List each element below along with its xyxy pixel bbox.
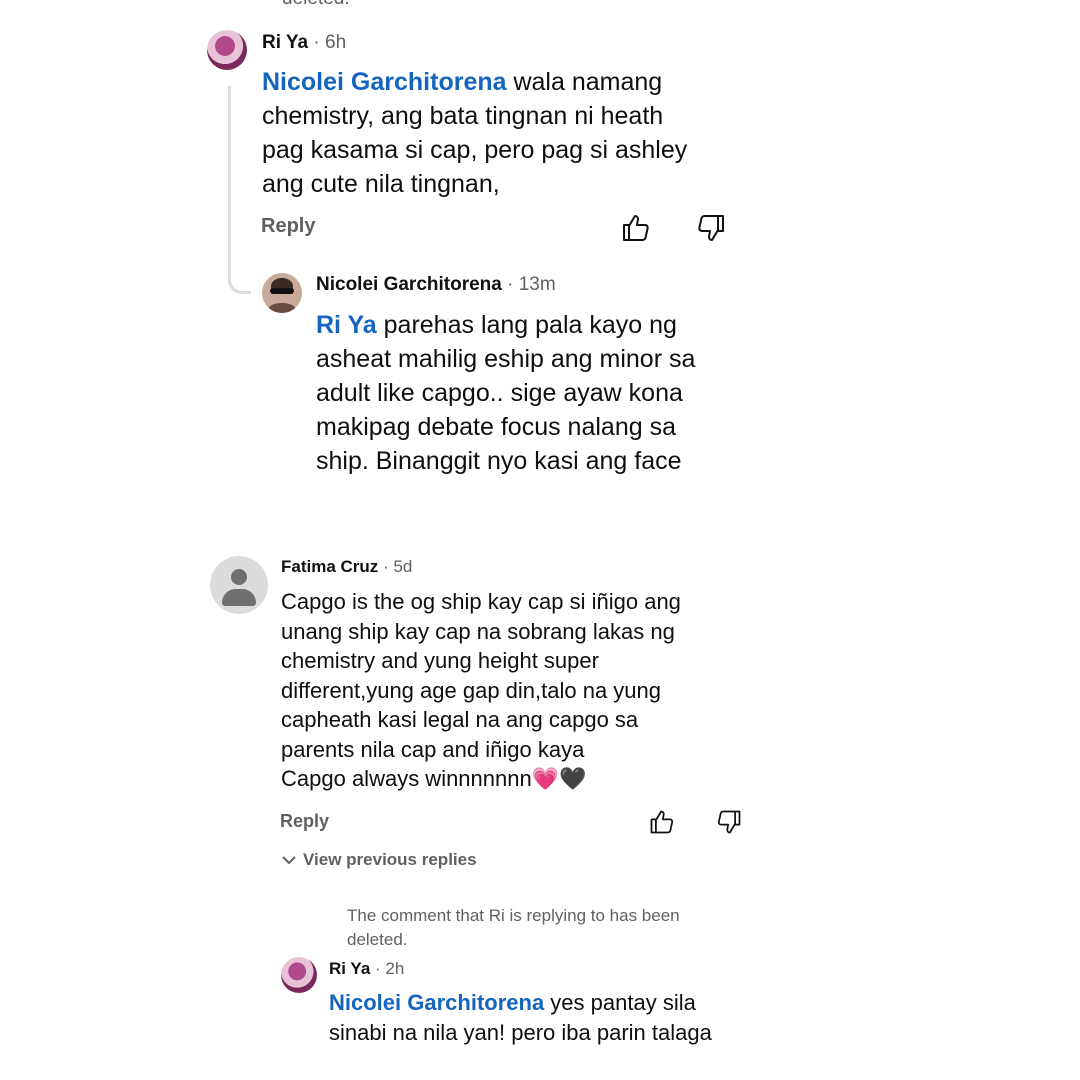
clipped-deleted-text: deleted. [282,0,350,10]
comment-author[interactable]: Ri Ya [329,959,370,978]
avatar[interactable] [281,957,317,993]
comment-time: · 5d [383,557,413,576]
comment-body: Ri Ya parehas lang pala kayo ng asheat m… [316,311,696,475]
comment-time: · 6h [313,32,347,53]
deleted-notice: The comment that Ri is replying to has b… [347,906,680,949]
chevron-down-icon [282,856,296,865]
pink-heart-emoji: 💗 [531,766,560,791]
avatar[interactable] [207,30,247,70]
reply-button[interactable]: Reply [261,215,315,238]
comment-author[interactable]: Fatima Cruz [281,557,378,576]
mention-link[interactable]: Nicolei Garchitorena [262,68,507,96]
thread-line [228,86,251,294]
view-previous-replies-button[interactable]: View previous replies [281,850,477,870]
comment-author[interactable]: Ri Ya [262,32,308,53]
default-avatar-icon[interactable] [210,556,268,614]
reply-button[interactable]: Reply [280,811,329,832]
comment-body: Nicolei Garchitorena yes pantay sila sin… [329,990,712,1045]
comment-author[interactable]: Nicolei Garchitorena [316,274,502,295]
comment-body: Capgo is the og ship kay cap si iñigo an… [281,589,681,791]
dislike-icon[interactable] [695,212,727,244]
like-icon[interactable] [620,212,652,244]
comment-time: · 13m [507,274,556,295]
comment-time: · 2h [375,959,405,978]
view-previous-label: View previous replies [303,850,477,869]
comment-body: Nicolei Garchitorena wala namang chemist… [262,68,688,198]
like-icon[interactable] [648,808,676,836]
mention-link[interactable]: Nicolei Garchitorena [329,990,544,1015]
mention-link[interactable]: Ri Ya [316,311,377,339]
avatar[interactable] [262,273,302,313]
dislike-icon[interactable] [715,808,743,836]
black-heart-emoji: 🖤 [559,766,587,791]
